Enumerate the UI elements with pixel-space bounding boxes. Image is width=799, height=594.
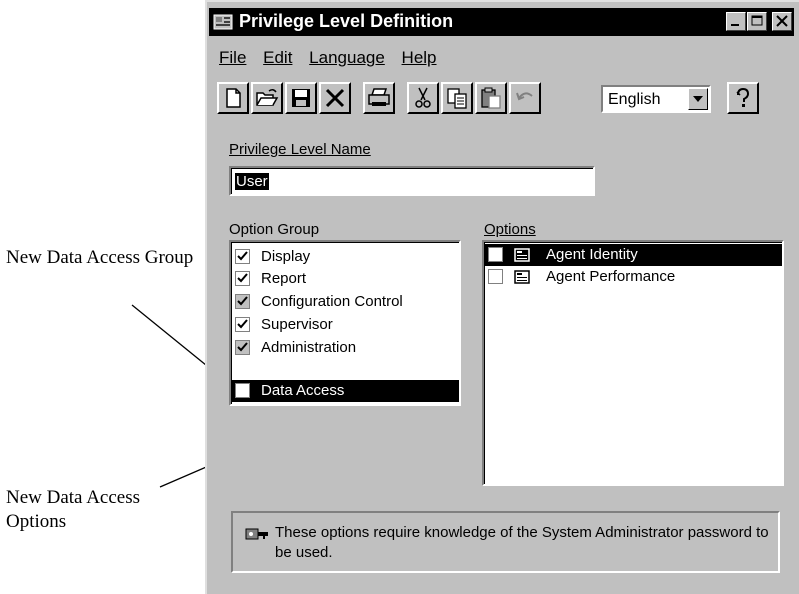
checkbox[interactable] bbox=[488, 247, 503, 262]
checkbox[interactable] bbox=[235, 249, 250, 264]
maximize-button[interactable] bbox=[747, 12, 767, 31]
title-bar[interactable]: Privilege Level Definition bbox=[209, 8, 794, 36]
cut-icon bbox=[415, 87, 431, 108]
menu-language[interactable]: Language bbox=[309, 48, 385, 67]
open-icon bbox=[256, 88, 279, 106]
option-group-item-configuration-control[interactable]: Configuration Control bbox=[235, 291, 457, 313]
form-icon bbox=[514, 248, 530, 262]
close-button[interactable] bbox=[772, 12, 792, 31]
menu-file[interactable]: File bbox=[219, 48, 246, 67]
close-icon bbox=[776, 15, 788, 27]
privilege-name-label: Privilege Level Name bbox=[229, 141, 371, 158]
delete-icon bbox=[325, 88, 345, 108]
menu-help[interactable]: Help bbox=[402, 48, 437, 67]
open-button[interactable] bbox=[251, 82, 283, 114]
copy-icon bbox=[447, 88, 467, 109]
new-button[interactable] bbox=[217, 82, 249, 114]
checkbox[interactable] bbox=[235, 340, 250, 355]
language-dropdown-button[interactable] bbox=[688, 88, 708, 110]
options-item-agent-performance[interactable]: Agent Performance bbox=[488, 266, 782, 288]
option-group-label: Option Group bbox=[229, 221, 320, 238]
save-button[interactable] bbox=[285, 82, 317, 114]
privilege-level-window: Privilege Level Definition File Edit Lan… bbox=[205, 0, 799, 594]
callout-data-access-options: New Data Access Options bbox=[6, 487, 141, 532]
checkbox[interactable] bbox=[235, 294, 250, 309]
chevron-down-icon bbox=[693, 96, 703, 102]
check-icon bbox=[237, 319, 248, 329]
checkbox[interactable] bbox=[488, 269, 503, 284]
key-icon bbox=[245, 528, 268, 540]
print-icon bbox=[368, 88, 390, 106]
checkbox[interactable] bbox=[235, 271, 250, 286]
privilege-name-value: User bbox=[235, 173, 269, 190]
check-icon bbox=[237, 273, 248, 283]
options-label: Options bbox=[484, 221, 536, 238]
undo-icon bbox=[516, 92, 533, 101]
checkbox[interactable] bbox=[235, 317, 250, 332]
check-icon bbox=[237, 296, 248, 306]
print-button[interactable] bbox=[363, 82, 395, 114]
option-group-item-administration[interactable]: Administration bbox=[235, 337, 457, 359]
option-group-item-data-access[interactable]: Data Access bbox=[231, 380, 459, 402]
menu-edit[interactable]: Edit bbox=[263, 48, 292, 67]
options-list[interactable]: Agent Identity Agent Performance bbox=[482, 240, 784, 486]
callout-data-access-group: New Data Access Group bbox=[6, 247, 194, 268]
option-group-item-display[interactable]: Display bbox=[235, 246, 457, 268]
privilege-name-input[interactable]: User bbox=[229, 166, 595, 196]
help-icon bbox=[736, 87, 750, 107]
menu-bar: File Edit Language Help bbox=[219, 48, 449, 68]
paste-icon bbox=[481, 87, 501, 109]
new-icon bbox=[226, 88, 241, 108]
minimize-icon bbox=[731, 24, 739, 26]
checkbox[interactable] bbox=[235, 383, 250, 398]
app-icon bbox=[213, 14, 233, 30]
language-select-value: English bbox=[608, 91, 661, 108]
copy-button[interactable] bbox=[441, 82, 473, 114]
save-icon bbox=[292, 89, 310, 107]
option-group-list[interactable]: Display Report Configuration Control Sup… bbox=[229, 240, 461, 406]
language-select[interactable]: English bbox=[601, 85, 711, 113]
undo-button[interactable] bbox=[509, 82, 541, 114]
help-button[interactable] bbox=[727, 82, 759, 114]
options-item-agent-identity[interactable]: Agent Identity bbox=[484, 244, 782, 266]
minimize-button[interactable] bbox=[726, 12, 746, 31]
maximize-icon bbox=[751, 15, 763, 26]
check-icon bbox=[237, 342, 248, 352]
option-group-item-report[interactable]: Report bbox=[235, 268, 457, 290]
delete-button[interactable] bbox=[319, 82, 351, 114]
check-icon bbox=[237, 251, 248, 261]
paste-button[interactable] bbox=[475, 82, 507, 114]
cut-button[interactable] bbox=[407, 82, 439, 114]
note-text: These options require knowledge of the S… bbox=[275, 524, 769, 561]
window-title: Privilege Level Definition bbox=[239, 11, 454, 31]
form-icon bbox=[514, 270, 530, 284]
option-group-item-supervisor[interactable]: Supervisor bbox=[235, 314, 457, 336]
info-note: These options require knowledge of the S… bbox=[231, 511, 780, 573]
